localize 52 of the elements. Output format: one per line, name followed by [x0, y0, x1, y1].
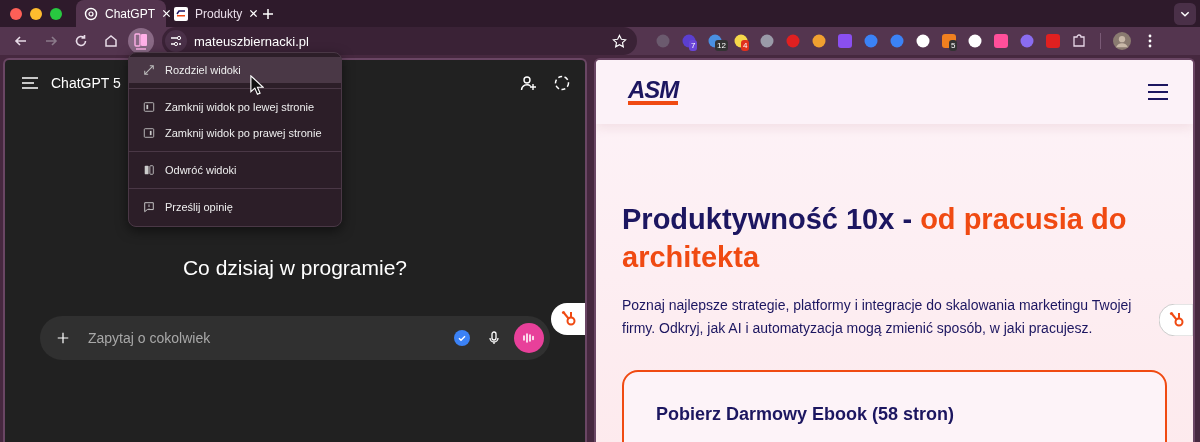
intro-paragraph: Poznaj najlepsze strategie, platformy i integracje do skalowania marketingu Twojej firmy. Odkryj, jak AI i automatyzacja mogą zmienić sposób, w jaki pracujesz.	[622, 296, 1133, 338]
extension-icon[interactable]	[967, 32, 983, 49]
minimize-window-button[interactable]	[30, 7, 42, 20]
extension-badge: 4	[741, 39, 750, 51]
menu-item[interactable]: Zamknij widok po prawej stronie	[129, 120, 341, 146]
dashed-circle-icon[interactable]	[553, 74, 571, 92]
menu-icon[interactable]	[1147, 83, 1169, 101]
hubspot-tab-icon[interactable]	[551, 303, 585, 335]
menu-item[interactable]: Odwróć widoki	[129, 157, 341, 183]
card-title: Pobierz Darmowy Ebook (58 stron)	[656, 404, 955, 424]
logo-icon	[174, 6, 188, 21]
menu-item[interactable]: Prześlij opinię	[129, 194, 341, 220]
expand-arrows-icon	[143, 64, 155, 76]
panels-icon	[143, 127, 155, 139]
chevron-down-icon[interactable]	[1174, 2, 1196, 25]
extension-icon[interactable]	[941, 32, 957, 49]
extension-icon[interactable]	[915, 32, 931, 49]
speech-bubble-icon	[143, 201, 155, 213]
add-person-icon[interactable]	[519, 74, 537, 92]
menu-item[interactable]: Zamknij widok po lewej stronie	[129, 94, 341, 120]
more-menu-icon[interactable]	[1147, 33, 1153, 49]
knot-icon	[84, 6, 98, 21]
chat-heading: Co dzisiaj w programie?	[182, 256, 408, 280]
address-bar[interactable]: mateuszbiernacki.pl	[162, 27, 637, 55]
panels-icon	[143, 101, 155, 113]
split-view-icon[interactable]	[128, 28, 154, 54]
close-tab-icon[interactable]	[249, 9, 259, 18]
check-badge-icon[interactable]	[454, 330, 470, 346]
close-tab-icon[interactable]	[162, 9, 171, 18]
model-title[interactable]: ChatGPT 5	[51, 75, 121, 91]
site-logo[interactable]: ASM	[628, 79, 679, 105]
extension-badge: 7	[689, 39, 698, 51]
star-icon[interactable]	[612, 33, 627, 49]
extension-icon[interactable]	[811, 32, 827, 49]
new-tab-icon[interactable]	[262, 7, 274, 20]
voice-button[interactable]	[514, 323, 544, 353]
extension-badge: 5	[949, 39, 958, 51]
prompt-field[interactable]: Zapytaj o cokolwiek	[86, 329, 438, 347]
maximize-window-button[interactable]	[50, 7, 62, 20]
sliders-icon[interactable]	[165, 30, 187, 52]
plus-icon[interactable]	[56, 331, 70, 345]
microphone-icon[interactable]	[486, 330, 502, 346]
prompt-bar[interactable]: Zapytaj o cokolwiek	[40, 316, 550, 360]
menu-item[interactable]: Rozdziel widoki	[129, 57, 341, 83]
mouse-pointer-icon	[250, 75, 264, 96]
extension-badge: 12	[715, 39, 728, 51]
close-window-button[interactable]	[10, 7, 22, 20]
page-heading: Produktywność 10x - od pracusia do architekta	[622, 202, 1128, 275]
extension-icon[interactable]	[1071, 32, 1087, 49]
panels-icon	[143, 164, 155, 176]
avatar-icon[interactable]	[1113, 32, 1131, 50]
browser-tab[interactable]: Produkty	[166, 0, 256, 27]
